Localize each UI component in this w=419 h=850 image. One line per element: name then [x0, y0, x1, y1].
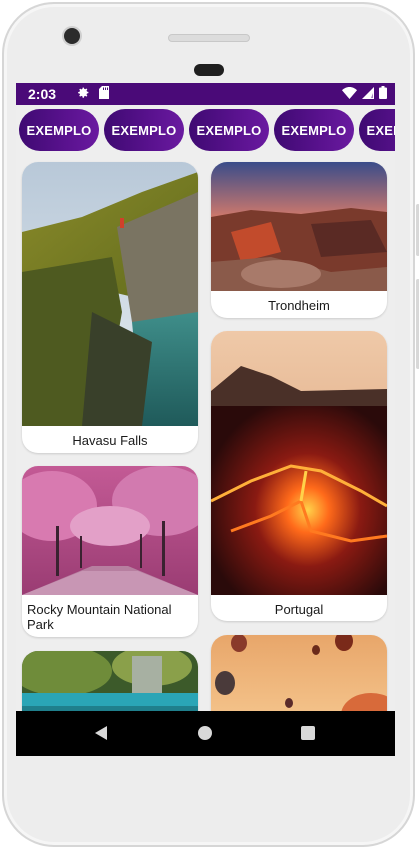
card-title: Trondheim: [268, 298, 330, 313]
settings-icon: [77, 86, 90, 102]
card-rocky-mountain[interactable]: Rocky Mountain National Park: [22, 466, 198, 637]
front-camera: [64, 28, 80, 44]
proximity-sensor: [194, 64, 224, 76]
card-title: Portugal: [274, 602, 324, 617]
card-title: Rocky Mountain National Park: [27, 602, 172, 632]
card-havasu-falls[interactable]: Havasu Falls: [22, 162, 198, 453]
app-screen: 2:03 EXEMPLO EXEMPLO EXEMPLO EXEMPLO EXE: [16, 83, 395, 756]
chip-exemplo-3[interactable]: EXEMPLO: [189, 109, 269, 151]
status-bar: 2:03: [16, 83, 395, 105]
trondheim-image: [211, 162, 387, 291]
recents-icon[interactable]: [301, 726, 315, 740]
earpiece-speaker: [168, 34, 250, 42]
status-time: 2:03: [28, 86, 57, 102]
card-title: Havasu Falls: [72, 433, 148, 448]
rocky-mountain-image: [22, 466, 198, 595]
card-trondheim[interactable]: Trondheim: [211, 162, 387, 318]
sd-card-icon: [99, 86, 110, 102]
havasu-falls-image: [22, 162, 198, 426]
chip-exemplo-4[interactable]: EXEMPLO: [274, 109, 354, 151]
card-portugal[interactable]: Portugal: [211, 331, 387, 621]
wifi-icon: [342, 86, 357, 102]
home-icon[interactable]: [198, 726, 212, 740]
back-icon[interactable]: [94, 726, 108, 745]
chip-exemplo-2[interactable]: EXEMPLO: [104, 109, 184, 151]
battery-icon: [379, 86, 387, 102]
chip-exemplo-5[interactable]: EXEMPLO: [359, 109, 395, 151]
chip-exemplo-1[interactable]: EXEMPLO: [19, 109, 99, 151]
portugal-image: [211, 331, 387, 595]
signal-icon: [362, 86, 374, 102]
navigation-bar: [16, 711, 395, 756]
chip-row[interactable]: EXEMPLO EXEMPLO EXEMPLO EXEMPLO EXEMPLO: [16, 105, 395, 153]
